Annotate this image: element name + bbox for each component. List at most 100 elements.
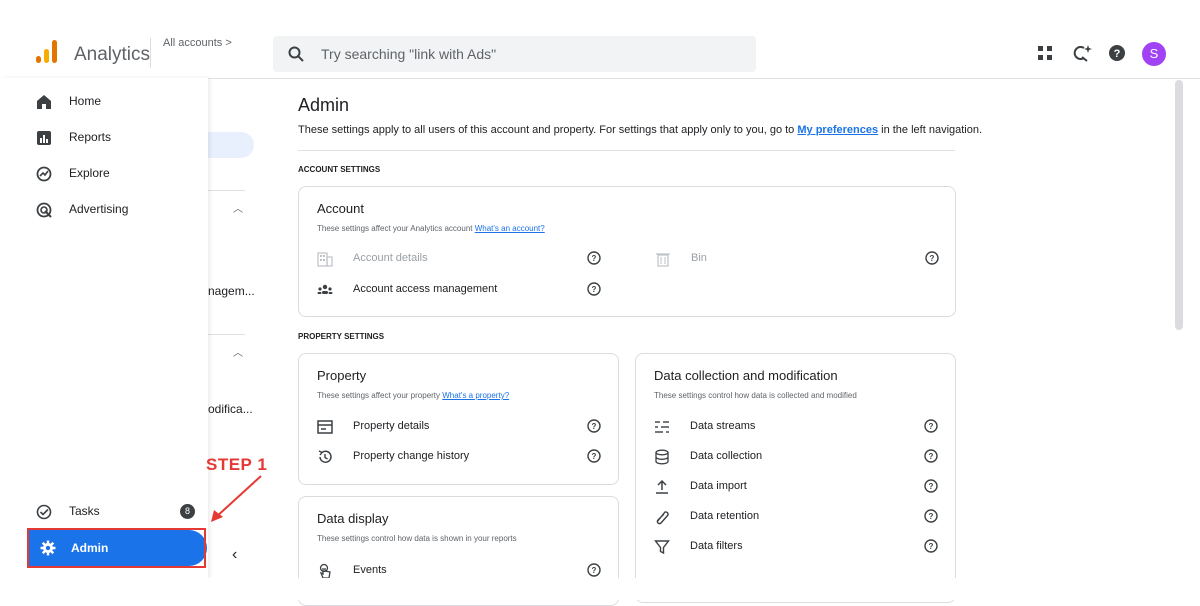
help-circle-icon[interactable]: ?: [587, 419, 601, 433]
search-insights-icon[interactable]: [1072, 44, 1092, 62]
retention-icon: [654, 509, 670, 525]
apps-grid-icon[interactable]: [1036, 44, 1054, 62]
row-label: Bin: [691, 252, 707, 264]
building-icon: [317, 251, 333, 267]
chevron-up-icon[interactable]: ︿: [233, 344, 243, 359]
step-highlight-box: [27, 528, 206, 568]
analytics-logo-icon[interactable]: [36, 40, 58, 64]
scrollbar-thumb[interactable]: [1175, 80, 1183, 330]
data-filters-row[interactable]: Data filters ?: [654, 535, 940, 559]
card-desc-text: These settings affect your property: [317, 391, 443, 400]
svg-text:?: ?: [1114, 48, 1121, 60]
nav-item-explore[interactable]: Explore: [0, 156, 208, 192]
bin-row[interactable]: Bin ?: [655, 247, 941, 271]
chevron-up-icon[interactable]: ︿: [233, 200, 243, 215]
svg-text:?: ?: [929, 542, 934, 551]
explore-icon: [36, 166, 52, 182]
check-circle-icon: [36, 504, 52, 520]
property-change-history-row[interactable]: Property change history ?: [317, 445, 603, 469]
svg-text:?: ?: [929, 512, 934, 521]
collapse-chevron-icon[interactable]: ‹: [232, 546, 237, 564]
card-title: Data display: [317, 511, 389, 526]
description-text: These settings apply to all users of thi…: [298, 124, 798, 136]
row-label: Account details: [353, 252, 428, 264]
nav-item-label: Tasks: [69, 504, 100, 518]
help-circle-icon[interactable]: ?: [587, 449, 601, 463]
data-collection-row[interactable]: Data collection ?: [654, 445, 940, 469]
tasks-count-badge: 8: [180, 504, 195, 519]
property-details-row[interactable]: Property details ?: [317, 415, 603, 439]
row-label: Data streams: [690, 420, 756, 432]
secondary-item-access[interactable]: nagem...: [208, 284, 255, 298]
row-label: Data collection: [690, 450, 763, 462]
property-card: Property These settings affect your prop…: [298, 353, 619, 485]
nav-item-tasks[interactable]: Tasks: [0, 494, 208, 530]
page-title: Admin: [298, 95, 350, 115]
divider: [298, 150, 955, 151]
help-circle-icon[interactable]: ?: [587, 563, 601, 577]
upload-icon: [654, 479, 670, 495]
help-circle-icon[interactable]: ?: [924, 449, 938, 463]
svg-text:?: ?: [929, 452, 934, 461]
secondary-item-modification[interactable]: odifica...: [208, 402, 253, 416]
app-title: Analytics: [74, 44, 151, 65]
card-description: These settings control how data is colle…: [654, 391, 857, 400]
my-preferences-link[interactable]: My preferences: [797, 124, 878, 136]
bottom-edge: [0, 578, 1200, 600]
history-icon: [317, 449, 333, 465]
account-access-management-row[interactable]: Account access management ?: [317, 278, 603, 302]
svg-text:?: ?: [592, 285, 597, 294]
help-circle-icon[interactable]: ?: [924, 509, 938, 523]
row-label: Property change history: [353, 450, 470, 462]
help-icon[interactable]: ?: [1108, 44, 1126, 62]
advertising-icon: [36, 202, 52, 218]
help-circle-icon[interactable]: ?: [587, 251, 601, 265]
card-desc-text: These settings affect your Analytics acc…: [317, 224, 475, 233]
nav-item-advertising[interactable]: Advertising: [0, 192, 208, 228]
data-retention-row[interactable]: Data retention ?: [654, 505, 940, 529]
row-label: Data import: [690, 480, 747, 492]
home-icon: [36, 94, 52, 110]
data-streams-row[interactable]: Data streams ?: [654, 415, 940, 439]
row-label: Events: [353, 564, 387, 576]
search-icon: [287, 45, 305, 63]
filter-icon: [654, 539, 670, 555]
whats-a-property-link[interactable]: What's a property?: [442, 391, 509, 400]
help-circle-icon[interactable]: ?: [924, 479, 938, 493]
row-label: Data filters: [690, 540, 743, 552]
data-import-row[interactable]: Data import ?: [654, 475, 940, 499]
svg-text:?: ?: [929, 422, 934, 431]
description-text: in the left navigation.: [878, 124, 983, 136]
streams-icon: [654, 419, 670, 435]
touch-icon: [317, 563, 333, 579]
help-circle-icon[interactable]: ?: [924, 419, 938, 433]
row-label: Data retention: [690, 510, 760, 522]
svg-text:?: ?: [592, 422, 597, 431]
account-breadcrumb[interactable]: All accounts >: [163, 37, 232, 49]
card-icon: [317, 419, 333, 435]
property-settings-label: PROPERTY SETTINGS: [298, 332, 385, 341]
help-circle-icon[interactable]: ?: [924, 539, 938, 553]
secondary-divider: [208, 190, 245, 191]
svg-text:?: ?: [929, 482, 934, 491]
row-label: Property details: [353, 420, 430, 432]
nav-item-reports[interactable]: Reports: [0, 120, 208, 156]
search-bar[interactable]: Try searching "link with Ads": [273, 36, 756, 72]
title-divider: [150, 38, 151, 68]
svg-text:?: ?: [592, 254, 597, 263]
people-icon: [317, 282, 333, 298]
whats-an-account-link[interactable]: What's an account?: [475, 224, 545, 233]
search-placeholder: Try searching "link with Ads": [321, 46, 497, 62]
nav-item-home[interactable]: Home: [0, 84, 208, 120]
top-bar: Analytics All accounts > Try searching "…: [0, 0, 1200, 79]
nav-item-label: Explore: [69, 166, 110, 180]
account-card: Account These settings affect your Analy…: [298, 186, 956, 317]
help-circle-icon[interactable]: ?: [587, 282, 601, 296]
card-title: Property: [317, 368, 367, 383]
help-circle-icon[interactable]: ?: [925, 251, 939, 265]
user-avatar[interactable]: S: [1142, 42, 1166, 66]
nav-item-label: Advertising: [69, 202, 129, 216]
nav-item-label: Reports: [69, 130, 112, 144]
secondary-nav-selected[interactable]: [208, 132, 254, 158]
account-details-row[interactable]: Account details ?: [317, 247, 603, 271]
